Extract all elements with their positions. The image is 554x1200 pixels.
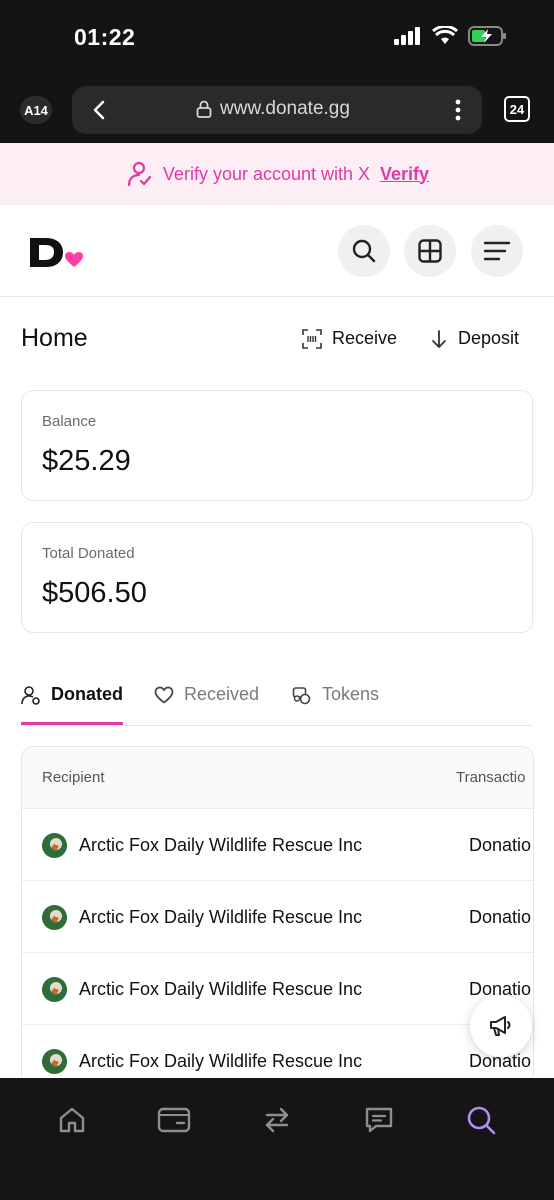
user-verify-icon xyxy=(127,161,152,187)
apps-button[interactable] xyxy=(404,225,456,277)
recipient-avatar xyxy=(42,905,67,930)
balance-card: Balance $25.29 xyxy=(21,390,533,501)
lock-icon xyxy=(196,100,212,118)
table-header: Recipient Transactio xyxy=(22,747,533,809)
total-donated-card: Total Donated $506.50 xyxy=(21,522,533,633)
active-tab-indicator xyxy=(21,722,123,725)
status-icons xyxy=(394,26,508,46)
nav-search[interactable] xyxy=(461,1100,501,1140)
balance-value: $25.29 xyxy=(42,445,131,477)
nav-messages[interactable] xyxy=(359,1100,399,1140)
nav-transfer[interactable] xyxy=(257,1100,297,1140)
table-row[interactable]: Arctic Fox Daily Wildlife Rescue Inc Don… xyxy=(22,809,533,881)
menu-button[interactable] xyxy=(471,225,523,277)
transaction-type: Donatio xyxy=(469,835,532,855)
nav-wallet[interactable] xyxy=(154,1100,194,1140)
megaphone-icon xyxy=(490,1016,511,1036)
recipient-avatar xyxy=(42,833,67,858)
recipient-name: Arctic Fox Daily Wildlife Rescue Inc xyxy=(79,979,363,999)
menu-icon xyxy=(483,241,511,261)
recipient-name: Arctic Fox Daily Wildlife Rescue Inc xyxy=(79,907,363,927)
back-icon[interactable] xyxy=(88,98,112,127)
search-icon xyxy=(352,239,376,263)
recipient-avatar xyxy=(42,1049,67,1074)
wallet-icon xyxy=(157,1107,191,1133)
tab-received-label: Received xyxy=(184,684,260,704)
url-display[interactable]: www.donate.gg xyxy=(196,98,350,120)
verify-message: Verify your account with X xyxy=(162,163,371,184)
table-row[interactable]: Arctic Fox Daily Wildlife Rescue Inc Don… xyxy=(22,881,533,953)
verify-link[interactable]: Verify xyxy=(380,164,429,185)
url-text: www.donate.gg xyxy=(220,98,350,119)
receive-button[interactable]: Receive xyxy=(302,328,397,349)
transfer-icon xyxy=(265,1107,289,1133)
tab-donated-label: Donated xyxy=(51,684,123,704)
bottom-navigation xyxy=(0,1078,554,1200)
recipient-name: Arctic Fox Daily Wildlife Rescue Inc xyxy=(79,835,363,855)
user-icon xyxy=(21,685,40,705)
balance-label: Balance xyxy=(42,413,97,430)
tab-received[interactable]: Received xyxy=(154,684,259,705)
search-icon xyxy=(467,1106,496,1135)
coins-icon xyxy=(292,686,311,704)
deposit-button[interactable]: Deposit xyxy=(430,328,519,349)
verify-banner: Verify your account with X Verify xyxy=(0,143,554,205)
home-icon xyxy=(59,1107,85,1133)
tab-switcher-button[interactable]: 24 xyxy=(504,96,530,122)
receive-label: Receive xyxy=(332,328,398,348)
heart-icon xyxy=(154,686,174,704)
activity-tabs: Donated Received Tokens xyxy=(21,672,533,726)
transaction-type: Donatio xyxy=(469,907,532,927)
more-options-icon[interactable] xyxy=(454,98,462,127)
address-bar[interactable]: www.donate.gg xyxy=(72,86,482,134)
battery-charging-icon xyxy=(468,26,506,46)
wifi-icon xyxy=(432,26,458,44)
tab-tokens-label: Tokens xyxy=(322,684,380,704)
browser-toolbar: A14 www.donate.gg xyxy=(0,80,554,143)
arrow-down-icon xyxy=(432,329,446,348)
total-donated-value: $506.50 xyxy=(42,577,147,609)
grid-icon xyxy=(418,239,442,263)
donate-logo[interactable] xyxy=(30,235,86,269)
deposit-label: Deposit xyxy=(458,328,520,348)
recipient-avatar xyxy=(42,977,67,1002)
total-donated-label: Total Donated xyxy=(42,545,135,562)
table-row[interactable]: Arctic Fox Daily Wildlife Rescue Inc Don… xyxy=(22,1025,533,1085)
status-bar: 01:22 xyxy=(0,0,554,80)
column-header-transaction[interactable]: Transactio xyxy=(456,769,525,786)
table-row[interactable]: Arctic Fox Daily Wildlife Rescue Inc Don… xyxy=(22,953,533,1025)
column-header-recipient[interactable]: Recipient xyxy=(42,769,105,786)
tab-donated[interactable]: Donated xyxy=(21,684,123,705)
app-header xyxy=(0,205,554,297)
profile-badge[interactable]: A14 xyxy=(20,96,52,124)
tab-tokens[interactable]: Tokens xyxy=(292,684,379,705)
search-button[interactable] xyxy=(338,225,390,277)
donations-table: Recipient Transactio Arctic Fox Daily Wi… xyxy=(21,746,534,1086)
signal-icon xyxy=(394,27,420,45)
messages-icon xyxy=(365,1107,393,1133)
feedback-button[interactable] xyxy=(470,995,532,1057)
status-time: 01:22 xyxy=(74,24,136,50)
qr-scan-icon xyxy=(302,328,322,349)
recipient-name: Arctic Fox Daily Wildlife Rescue Inc xyxy=(79,1051,363,1071)
nav-home[interactable] xyxy=(52,1100,92,1140)
page-title: Home xyxy=(21,324,88,352)
